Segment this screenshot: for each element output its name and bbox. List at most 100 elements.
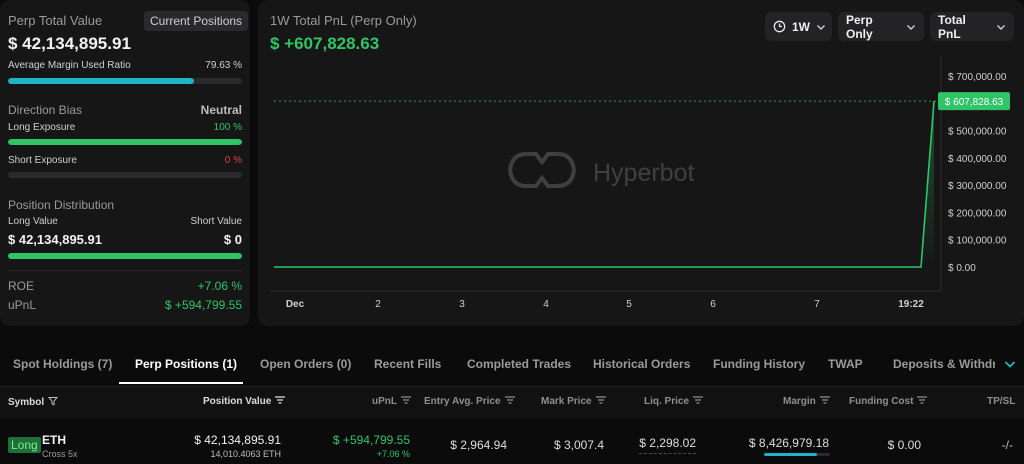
bottom-tabs: Spot Holdings (7) Perp Positions (1) Ope… bbox=[0, 346, 1024, 386]
th-tpsl: TP/SL bbox=[987, 396, 1016, 407]
th-margin-label: Margin bbox=[783, 396, 816, 407]
tab-twap[interactable]: TWAP bbox=[828, 357, 863, 371]
avg-margin-label: Average Margin Used Ratio bbox=[8, 60, 131, 71]
x-tick-label: 3 bbox=[459, 299, 465, 310]
hyperbot-watermark: Hyperbot bbox=[507, 152, 694, 188]
short-exposure-value: 0 % bbox=[224, 155, 242, 166]
short-value: $ 0 bbox=[223, 232, 242, 247]
tab-funding-history[interactable]: Funding History bbox=[713, 357, 805, 371]
tab-historical-orders[interactable]: Historical Orders bbox=[593, 357, 690, 371]
pnl-chart: Hyperbot $ 0.00 $ 100,000.00 $ 200,000.00 $… bbox=[270, 56, 1010, 310]
direction-bias-value: Neutral bbox=[200, 103, 242, 117]
th-margin[interactable]: Margin bbox=[783, 396, 830, 407]
long-exposure-label: Long Exposure bbox=[8, 122, 76, 133]
th-symbol[interactable]: Symbol bbox=[8, 396, 59, 409]
th-upnl[interactable]: uPnL bbox=[372, 396, 411, 407]
sort-icon[interactable] bbox=[504, 396, 515, 407]
row-tpsl[interactable]: -/- bbox=[1002, 438, 1013, 452]
upnl-label: uPnL bbox=[8, 298, 37, 312]
th-mark-price[interactable]: Mark Price bbox=[541, 396, 606, 407]
y-tick-label: $ 300,000.00 bbox=[948, 181, 1007, 192]
summary-panel: Perp Total Value Current Positions $ 42,… bbox=[0, 0, 250, 326]
th-position-value-label: Position Value bbox=[203, 396, 272, 407]
row-mark-price: $ 3,007.4 bbox=[553, 438, 604, 452]
x-tick-label: 6 bbox=[710, 299, 716, 310]
short-exposure-bar bbox=[8, 172, 242, 178]
current-positions-button[interactable]: Current Positions bbox=[144, 11, 249, 31]
hyperbot-logo-icon bbox=[507, 152, 577, 188]
position-distribution-bar-fill bbox=[8, 253, 242, 259]
divider bbox=[8, 270, 242, 271]
sort-icon[interactable] bbox=[401, 396, 411, 407]
th-position-value[interactable]: Position Value bbox=[203, 396, 286, 407]
active-tab-indicator bbox=[119, 382, 243, 384]
margin-bar bbox=[764, 453, 830, 456]
short-exposure-label: Short Exposure bbox=[8, 155, 77, 166]
tab-open-orders[interactable]: Open Orders (0) bbox=[260, 357, 351, 371]
row-liq-price[interactable]: $ 2,298.02 bbox=[639, 436, 696, 454]
row-margin: $ 8,426,979.18 bbox=[748, 436, 829, 450]
row-position-value: $ 42,134,895.91 bbox=[194, 433, 281, 447]
sort-icon[interactable] bbox=[595, 396, 606, 407]
th-entry-price-label: Entry Avg. Price bbox=[424, 396, 501, 407]
x-tick-label: 5 bbox=[626, 299, 632, 310]
position-distribution-bar bbox=[8, 253, 242, 259]
row-upnl-pct: +7.06 % bbox=[376, 449, 410, 459]
y-tick-label: $ 400,000.00 bbox=[948, 154, 1007, 165]
sort-icon[interactable] bbox=[693, 396, 704, 407]
roe-value: +7.06 % bbox=[197, 279, 242, 293]
short-value-label: Short Value bbox=[190, 216, 242, 227]
th-funding-cost-label: Funding Cost bbox=[849, 396, 914, 407]
tab-recent-fills[interactable]: Recent Fills bbox=[374, 357, 441, 371]
tab-spot-holdings[interactable]: Spot Holdings (7) bbox=[13, 357, 112, 371]
th-symbol-label: Symbol bbox=[8, 397, 45, 408]
row-upnl: $ +594,799.55 bbox=[332, 433, 410, 447]
long-exposure-bar-fill bbox=[8, 139, 242, 145]
sort-icon[interactable] bbox=[917, 396, 928, 407]
sort-icon[interactable] bbox=[819, 396, 830, 407]
y-tick-label: $ 0.00 bbox=[948, 263, 976, 274]
th-upnl-label: uPnL bbox=[372, 396, 397, 407]
x-tick-label: 2 bbox=[375, 299, 381, 310]
x-tick-label: 4 bbox=[543, 299, 549, 310]
tab-perp-positions[interactable]: Perp Positions (1) bbox=[135, 357, 237, 371]
side-badge: Long bbox=[8, 437, 41, 453]
row-symbol[interactable]: ETH bbox=[42, 433, 66, 447]
margin-bar-fill bbox=[764, 453, 817, 456]
row-entry-price: $ 2,964.94 bbox=[450, 438, 507, 452]
y-tick-label: $ 500,000.00 bbox=[948, 127, 1007, 138]
long-exposure-bar bbox=[8, 139, 242, 145]
tab-deposits-withdraw[interactable]: Deposits & Withdraw bbox=[893, 357, 995, 371]
avg-margin-bar-fill bbox=[8, 78, 195, 84]
pnl-chart-panel: 1W Total PnL (Perp Only) $ +607,828.63 1… bbox=[258, 0, 1024, 326]
x-tick-label: 19:22 bbox=[898, 299, 924, 310]
filter-icon[interactable] bbox=[48, 396, 59, 409]
avg-margin-bar bbox=[8, 78, 242, 84]
th-mark-price-label: Mark Price bbox=[541, 396, 592, 407]
avg-margin-value: 79.63 % bbox=[205, 60, 242, 71]
y-tick-label: $ 100,000.00 bbox=[948, 236, 1007, 247]
perp-total-value: $ 42,134,895.91 bbox=[8, 34, 131, 53]
perp-total-label: Perp Total Value bbox=[8, 13, 103, 28]
current-value-label: $ 607,828.63 bbox=[945, 97, 1004, 108]
x-tick-label: Dec bbox=[286, 299, 305, 310]
tab-completed-trades[interactable]: Completed Trades bbox=[467, 357, 571, 371]
upnl-value: $ +594,799.55 bbox=[164, 298, 242, 312]
direction-bias-label: Direction Bias bbox=[8, 103, 83, 117]
row-funding-cost: $ 0.00 bbox=[887, 438, 921, 452]
position-distribution-label: Position Distribution bbox=[8, 198, 115, 212]
row-leverage: Cross 5x bbox=[42, 449, 78, 459]
th-funding-cost[interactable]: Funding Cost bbox=[849, 396, 928, 407]
watermark-text: Hyperbot bbox=[593, 159, 694, 187]
roe-label: ROE bbox=[8, 279, 35, 293]
tabs-more-chevron-icon[interactable] bbox=[1003, 357, 1017, 376]
th-entry-price[interactable]: Entry Avg. Price bbox=[424, 396, 515, 407]
long-exposure-value: 100 % bbox=[213, 122, 242, 133]
row-position-size: 14,010.4063 ETH bbox=[210, 449, 281, 459]
long-value: $ 42,134,895.91 bbox=[8, 232, 102, 247]
y-tick-label: $ 200,000.00 bbox=[948, 208, 1007, 219]
th-liq-price-label: Liq. Price bbox=[644, 396, 690, 407]
sort-icon[interactable] bbox=[275, 396, 286, 407]
th-liq-price[interactable]: Liq. Price bbox=[644, 396, 704, 407]
long-value-label: Long Value bbox=[8, 216, 58, 227]
